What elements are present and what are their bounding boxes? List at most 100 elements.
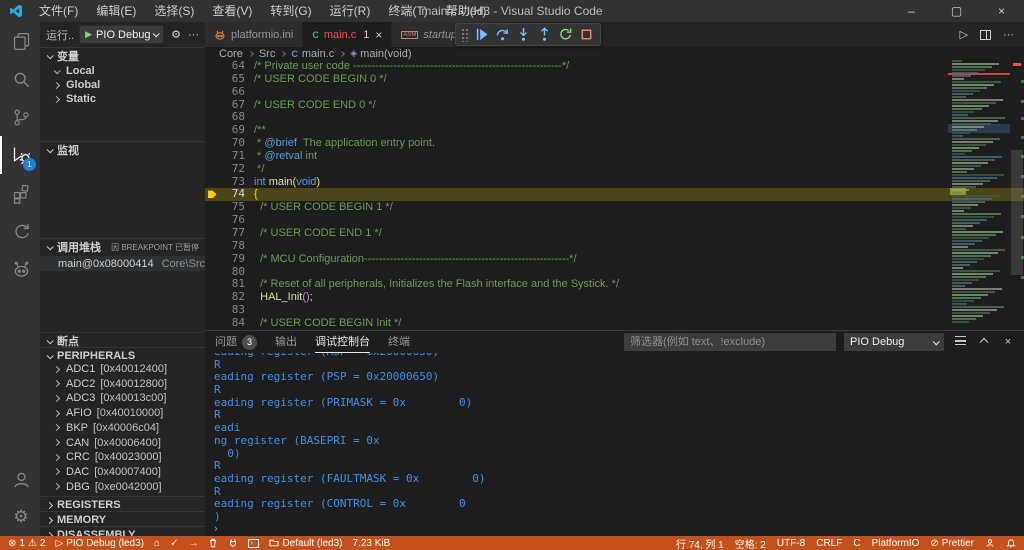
gutter[interactable] [205,137,219,150]
breadcrumb-item[interactable]: Src [259,48,276,60]
language-mode-status[interactable]: C [853,538,860,549]
gutter[interactable] [205,291,219,304]
gutter[interactable] [205,240,219,253]
sidebar-item-extensions[interactable] [0,174,40,212]
maximize-button[interactable]: ▢ [934,0,979,22]
line-number[interactable]: 72 [219,163,245,176]
line-number[interactable]: 84 [219,317,245,330]
account-button[interactable] [0,460,40,498]
close-panel-icon[interactable]: × [1000,336,1016,348]
debug-console-input[interactable]: › [205,522,1024,536]
code-line[interactable]: 75 /* USER CODE BEGIN 1 */ [205,201,1024,214]
pio-serial-monitor-button[interactable] [228,538,238,548]
more-actions-icon[interactable]: ··· [1003,29,1014,41]
close-button[interactable]: × [979,0,1024,22]
gutter[interactable] [205,99,219,112]
peripheral-dac[interactable]: DAC[0x40007400] [40,465,205,479]
eol-status[interactable]: CRLF [816,538,842,549]
variables-scope-static[interactable]: Static [40,92,205,106]
line-number[interactable]: 64 [219,60,245,73]
peripheral-crc[interactable]: CRC[0x40023000] [40,450,205,464]
debug-settings-gear-icon[interactable]: ⚙ [171,28,181,41]
line-number[interactable]: 65 [219,73,245,86]
line-number[interactable]: 77 [219,227,245,240]
platformio-status[interactable]: PlatformIO [872,538,920,549]
section-call-stack[interactable]: 调用堆栈因 BREAKPOINT 已暂停 [40,238,205,255]
peripheral-adc3[interactable]: ADC3[0x40013c00] [40,391,205,405]
tab-main-c[interactable]: C main.c 1 × [303,22,392,47]
step-over-button[interactable] [492,24,513,45]
minimize-button[interactable]: – [889,0,934,22]
problems-status[interactable]: ⊗1⚠2 [8,538,45,549]
debug-session-status[interactable]: ▷PIO Debug (led3) [55,538,144,549]
indentation-status[interactable]: 空格: 2 [735,536,766,550]
section-disassembly[interactable]: DISASSEMBLY [40,526,205,536]
gutter[interactable] [205,111,219,124]
tab-platformio-ini[interactable]: platformio.ini [205,22,303,47]
menu-item[interactable]: 运行(R) [321,0,380,22]
gutter[interactable] [205,86,219,99]
pio-build-button[interactable]: ✓ [170,538,178,549]
split-editor-icon[interactable] [980,30,991,40]
gutter[interactable] [205,227,219,240]
tab-output[interactable]: 输出 [275,331,297,353]
variables-scope-local[interactable]: Local [40,64,205,78]
tab-terminal[interactable]: 终端 [388,331,410,353]
gutter[interactable] [205,266,219,279]
cursor-position-status[interactable]: 行 74, 列 1 [676,536,724,550]
stop-button[interactable] [576,24,597,45]
line-number[interactable]: 70 [219,137,245,150]
code-line[interactable]: 76 [205,214,1024,227]
sidebar-item-run-and-debug[interactable]: 1 [0,136,40,174]
line-number[interactable]: 71 [219,150,245,163]
breadcrumb-item[interactable]: main.c [302,48,334,60]
code-line[interactable]: 80 [205,266,1024,279]
encoding-status[interactable]: UTF-8 [777,538,805,549]
menu-item[interactable]: 选择(S) [145,0,203,22]
code-line[interactable]: 66 [205,86,1024,99]
sidebar-item-search[interactable] [0,60,40,98]
code-line[interactable]: 81 /* Reset of all peripherals, Initiali… [205,278,1024,291]
code-line[interactable]: 78 [205,240,1024,253]
close-tab-icon[interactable]: × [375,28,382,42]
pio-env-switcher[interactable]: Default (led3) [269,538,342,549]
pio-terminal-button[interactable]: › [248,539,259,548]
sidebar-item-remote-explorer[interactable] [0,212,40,250]
gutter[interactable] [205,176,219,189]
peripheral-can[interactable]: CAN[0x40006400] [40,436,205,450]
gutter[interactable] [205,150,219,163]
gutter[interactable] [205,214,219,227]
code-line[interactable]: 65/* USER CODE BEGIN 0 */ [205,73,1024,86]
menu-item[interactable]: 转到(G) [261,0,320,22]
toolbar-grip-handle[interactable] [461,28,469,42]
gutter[interactable] [205,60,219,73]
gutter[interactable] [205,188,219,201]
gutter[interactable] [205,278,219,291]
code-line[interactable]: 79 /* MCU Configuration-----------------… [205,253,1024,266]
breadcrumb-item[interactable]: main(void) [360,48,411,60]
step-into-button[interactable] [513,24,534,45]
pio-clean-button[interactable] [208,538,218,548]
pio-home-button[interactable]: ⌂ [154,538,160,549]
gutter[interactable] [205,317,219,330]
more-actions-icon[interactable]: ··· [188,29,199,41]
peripheral-bkp[interactable]: BKP[0x40006c04] [40,421,205,435]
section-watch[interactable]: 监视 [40,141,205,158]
peripheral-adc2[interactable]: ADC2[0x40012800] [40,377,205,391]
code-line[interactable]: 70 * @brief The application entry point. [205,137,1024,150]
minimap[interactable] [948,60,1010,330]
gutter[interactable] [205,304,219,317]
code-line[interactable]: 83 [205,304,1024,317]
clear-console-icon[interactable] [952,336,968,348]
line-number[interactable]: 79 [219,253,245,266]
line-number[interactable]: 83 [219,304,245,317]
variables-scope-global[interactable]: Global [40,78,205,92]
feedback-button[interactable] [985,538,995,548]
prettier-status[interactable]: ⊘Prettier [930,538,974,549]
stack-frame-row[interactable]: main@0x08000414 Core\Src\mai... [40,256,205,271]
console-filter-input[interactable] [624,333,836,351]
code-line[interactable]: 73int main(void) [205,176,1024,189]
sidebar-item-source-control[interactable] [0,98,40,136]
line-number[interactable]: 78 [219,240,245,253]
peripheral-adc1[interactable]: ADC1[0x40012400] [40,362,205,376]
